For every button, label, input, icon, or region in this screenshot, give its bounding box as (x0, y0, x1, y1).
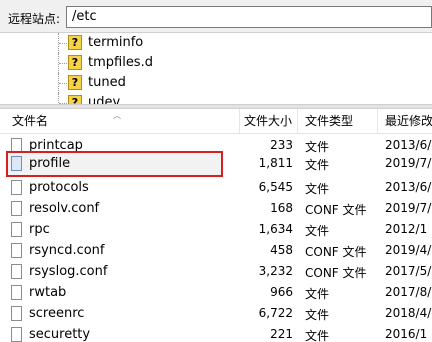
tree-item-tuned[interactable]: ? tuned (0, 73, 432, 93)
remote-site-bar: 远程站点: /etc (0, 0, 432, 35)
column-header-name-label: 文件名 (12, 114, 49, 128)
file-icon (11, 306, 22, 321)
file-icon (11, 201, 22, 216)
tree-item-tmpfiles[interactable]: ? tmpfiles.d (0, 53, 432, 73)
file-name: screenrc (29, 306, 85, 321)
file-modified: 2017/5/ (385, 264, 432, 278)
file-size: 966 (270, 285, 293, 299)
file-list-header: 文件名 ︿ 文件大小 文件类型 最近修改 (0, 109, 432, 134)
file-modified: 2019/7/ (385, 156, 432, 170)
remote-path-input[interactable]: /etc (66, 6, 432, 28)
tree-item-terminfo[interactable]: ? terminfo (0, 33, 432, 53)
file-size: 458 (270, 243, 293, 257)
tree-item-label: terminfo (88, 35, 144, 50)
file-type: 文件 (305, 224, 330, 238)
tree-item-label: tuned (88, 75, 126, 90)
file-icon (11, 222, 22, 237)
column-header-type-label: 文件类型 (305, 114, 354, 128)
column-header-modified[interactable]: 最近修改 (378, 109, 432, 133)
file-type: CONF 文件 (305, 245, 367, 259)
file-size: 233 (270, 138, 293, 152)
column-header-modified-label: 最近修改 (385, 114, 432, 128)
unknown-folder-icon: ? (68, 75, 82, 90)
file-name: rpc (29, 222, 50, 237)
file-modified: 2016/1 (385, 327, 428, 341)
file-row-resolv-conf[interactable]: resolv.conf 168 CONF 文件 2019/7/ (0, 198, 432, 219)
file-icon (11, 327, 22, 342)
column-header-size[interactable]: 文件大小 (240, 109, 298, 133)
column-header-size-label: 文件大小 (243, 114, 292, 128)
file-modified: 2019/4/ (385, 243, 432, 257)
unknown-folder-icon: ? (68, 55, 82, 70)
file-row-rwtab[interactable]: rwtab 966 文件 2017/8/ (0, 282, 432, 303)
file-name: rsyncd.conf (29, 243, 105, 258)
file-icon (11, 285, 22, 300)
file-name: rwtab (29, 285, 67, 300)
remote-file-list[interactable]: 文件名 ︿ 文件大小 文件类型 最近修改 printcap 233 文件 201… (0, 109, 432, 342)
file-icon (11, 180, 22, 195)
file-row-securetty[interactable]: securetty 221 文件 2016/1 (0, 324, 432, 342)
file-size: 168 (270, 201, 293, 215)
file-row-protocols[interactable]: protocols 6,545 文件 2013/6/ (0, 177, 432, 198)
file-size: 1,811 (258, 156, 293, 170)
file-icon (11, 243, 22, 258)
file-row-profile[interactable]: profile 1,811 文件 2019/7/ (0, 151, 432, 177)
file-size: 1,634 (258, 222, 293, 236)
unknown-folder-icon: ? (68, 35, 82, 50)
file-size: 6,722 (258, 306, 293, 320)
file-type: CONF 文件 (305, 266, 367, 280)
file-row-screenrc[interactable]: screenrc 6,722 文件 2018/4/ (0, 303, 432, 324)
sort-ascending-icon: ︿ (113, 111, 121, 120)
file-size: 3,232 (258, 264, 293, 278)
file-modified: 2018/4/ (385, 306, 432, 320)
file-name: rsyslog.conf (29, 264, 108, 279)
file-modified: 2017/8/ (385, 285, 432, 299)
file-size: 221 (270, 327, 293, 341)
tree-item-label: tmpfiles.d (88, 55, 153, 70)
file-type: 文件 (305, 287, 330, 301)
file-type: 文件 (305, 158, 330, 172)
file-row-rpc[interactable]: rpc 1,634 文件 2012/1 (0, 219, 432, 240)
file-type: 文件 (305, 329, 330, 342)
remote-site-label: 远程站点: (8, 12, 61, 26)
file-name: profile (29, 156, 71, 171)
file-type: CONF 文件 (305, 203, 367, 217)
column-header-type[interactable]: 文件类型 (298, 109, 378, 133)
file-type: 文件 (305, 308, 330, 322)
file-modified: 2013/6/ (385, 138, 432, 152)
file-size: 6,545 (258, 180, 293, 194)
file-icon (11, 264, 22, 279)
file-modified: 2012/1 (385, 222, 428, 236)
file-icon (11, 156, 22, 171)
file-name: resolv.conf (29, 201, 100, 216)
file-type: 文件 (305, 182, 330, 196)
file-row-rsyncd-conf[interactable]: rsyncd.conf 458 CONF 文件 2019/4/ (0, 240, 432, 261)
file-row-rsyslog-conf[interactable]: rsyslog.conf 3,232 CONF 文件 2017/5/ (0, 261, 432, 282)
file-modified: 2013/6/ (385, 180, 432, 194)
file-name: protocols (29, 180, 89, 195)
file-name: securetty (29, 327, 91, 342)
file-modified: 2019/7/ (385, 201, 432, 215)
remote-directory-tree[interactable]: ? terminfo ? tmpfiles.d ? tuned ? udev (0, 32, 432, 105)
